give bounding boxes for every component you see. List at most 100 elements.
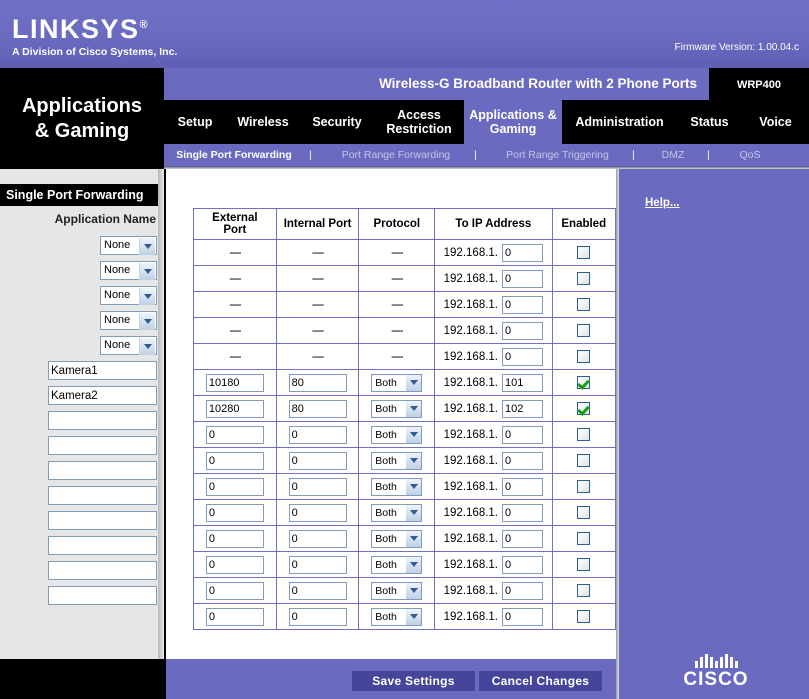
external-port-input-8[interactable] <box>205 425 264 444</box>
external-port-input-9[interactable] <box>205 451 264 470</box>
application-name-input-6[interactable] <box>48 361 157 380</box>
enabled-checkbox-2[interactable] <box>577 272 591 285</box>
enabled-checkbox-12[interactable] <box>577 532 591 545</box>
application-name-select-1[interactable]: None <box>100 236 157 255</box>
external-port-input-15[interactable] <box>205 607 264 626</box>
enabled-checkbox-5[interactable] <box>577 350 591 363</box>
tab-voice[interactable]: Voice <box>742 100 809 144</box>
enabled-checkbox-10[interactable] <box>577 480 591 493</box>
internal-port-input-7[interactable] <box>288 399 347 418</box>
tab-security[interactable]: Security <box>300 100 374 144</box>
protocol-select-10[interactable]: Both <box>371 477 423 496</box>
ip-last-octet-input-3[interactable] <box>502 295 543 314</box>
cancel-changes-button[interactable]: Cancel Changes <box>479 671 602 691</box>
enabled-checkbox-7[interactable] <box>577 402 591 415</box>
external-port-input-11[interactable] <box>205 503 264 522</box>
enabled-checkbox-14[interactable] <box>577 584 591 597</box>
ip-last-octet-input-11[interactable] <box>502 503 543 522</box>
application-name-input-14[interactable] <box>48 561 157 580</box>
internal-port-input-13[interactable] <box>288 555 347 574</box>
subtab-port-range-triggering[interactable]: Port Range Triggering <box>490 144 625 166</box>
protocol-select-7[interactable]: Both <box>371 399 423 418</box>
tab-access-restriction[interactable]: Access Restriction <box>374 100 464 144</box>
internal-port-input-10[interactable] <box>288 477 347 496</box>
application-name-select-4[interactable]: None <box>100 311 157 330</box>
application-name-input-8[interactable] <box>48 411 157 430</box>
external-port-input-6[interactable] <box>205 373 264 392</box>
protocol-select-8[interactable]: Both <box>371 425 423 444</box>
ip-last-octet-input-5[interactable] <box>502 347 543 366</box>
internal-port-input-8[interactable] <box>288 425 347 444</box>
subtab-qos[interactable]: QoS <box>720 144 780 166</box>
enabled-checkbox-11[interactable] <box>577 506 591 519</box>
enabled-checkbox-15[interactable] <box>577 610 591 623</box>
cell-external-port <box>193 603 277 630</box>
page-title: Applications & Gaming <box>0 68 164 184</box>
protocol-select-11[interactable]: Both <box>371 503 423 522</box>
tab-status[interactable]: Status <box>677 100 742 144</box>
ip-last-octet-input-10[interactable] <box>502 477 543 496</box>
subtab-port-range-forwarding[interactable]: Port Range Forwarding <box>326 144 466 166</box>
internal-port-input-15[interactable] <box>288 607 347 626</box>
ip-last-octet-input-1[interactable] <box>502 243 543 262</box>
internal-port-input-11[interactable] <box>288 503 347 522</box>
protocol-select-14[interactable]: Both <box>371 581 423 600</box>
subtab-single-port-forwarding[interactable]: Single Port Forwarding <box>174 144 294 166</box>
enabled-checkbox-6[interactable] <box>577 376 591 389</box>
ip-last-octet-input-13[interactable] <box>502 555 543 574</box>
external-port-input-12[interactable] <box>205 529 264 548</box>
application-name-select-3[interactable]: None <box>100 286 157 305</box>
internal-port-input-6[interactable] <box>288 373 347 392</box>
tab-wireless[interactable]: Wireless <box>226 100 300 144</box>
ip-last-octet-input-12[interactable] <box>502 529 543 548</box>
cell-to-ip-address: 192.168.1. <box>434 369 553 396</box>
application-name-input-11[interactable] <box>48 486 157 505</box>
cell-enabled <box>551 369 616 396</box>
help-link[interactable]: Help... <box>645 197 680 209</box>
external-port-input-14[interactable] <box>205 581 264 600</box>
protocol-select-9[interactable]: Both <box>371 451 423 470</box>
internal-port-input-14[interactable] <box>288 581 347 600</box>
protocol-select-6[interactable]: Both <box>371 373 423 392</box>
table-row: ---- ---- ---- 192.168.1. <box>193 239 616 266</box>
protocol-placeholder: ---- <box>391 246 403 259</box>
chevron-down-icon <box>406 374 422 391</box>
external-port-input-10[interactable] <box>205 477 264 496</box>
application-name-input-12[interactable] <box>48 511 157 530</box>
enabled-checkbox-3[interactable] <box>577 298 591 311</box>
protocol-select-13[interactable]: Both <box>371 555 423 574</box>
application-name-input-13[interactable] <box>48 536 157 555</box>
tab-applications-gaming[interactable]: Applications & Gaming <box>464 100 562 144</box>
ip-last-octet-input-14[interactable] <box>502 581 543 600</box>
internal-port-placeholder: ---- <box>311 350 324 363</box>
application-name-select-2[interactable]: None <box>100 261 157 280</box>
application-name-input-7[interactable] <box>48 386 157 405</box>
application-name-input-9[interactable] <box>48 436 157 455</box>
ip-last-octet-input-7[interactable] <box>502 399 543 418</box>
internal-port-input-12[interactable] <box>288 529 347 548</box>
save-settings-button[interactable]: Save Settings <box>352 671 475 691</box>
tab-setup[interactable]: Setup <box>164 100 226 144</box>
application-name-input-15[interactable] <box>48 586 157 605</box>
ip-last-octet-input-8[interactable] <box>502 425 543 444</box>
ip-last-octet-input-2[interactable] <box>502 269 543 288</box>
tab-administration[interactable]: Administration <box>562 100 677 144</box>
enabled-checkbox-9[interactable] <box>577 454 591 467</box>
ip-last-octet-input-15[interactable] <box>502 607 543 626</box>
external-port-input-7[interactable] <box>205 399 264 418</box>
ip-last-octet-input-9[interactable] <box>502 451 543 470</box>
internal-port-input-9[interactable] <box>288 451 347 470</box>
application-name-input-10[interactable] <box>48 461 157 480</box>
protocol-select-12[interactable]: Both <box>371 529 423 548</box>
enabled-checkbox-8[interactable] <box>577 428 591 441</box>
protocol-select-15[interactable]: Both <box>371 607 423 626</box>
subtab-dmz[interactable]: DMZ <box>648 144 698 166</box>
enabled-checkbox-1[interactable] <box>577 246 591 259</box>
enabled-checkbox-4[interactable] <box>577 324 591 337</box>
chevron-down-icon <box>406 452 422 469</box>
enabled-checkbox-13[interactable] <box>577 558 591 571</box>
ip-last-octet-input-6[interactable] <box>502 373 543 392</box>
ip-last-octet-input-4[interactable] <box>502 321 543 340</box>
application-name-select-5[interactable]: None <box>100 336 157 355</box>
external-port-input-13[interactable] <box>205 555 264 574</box>
